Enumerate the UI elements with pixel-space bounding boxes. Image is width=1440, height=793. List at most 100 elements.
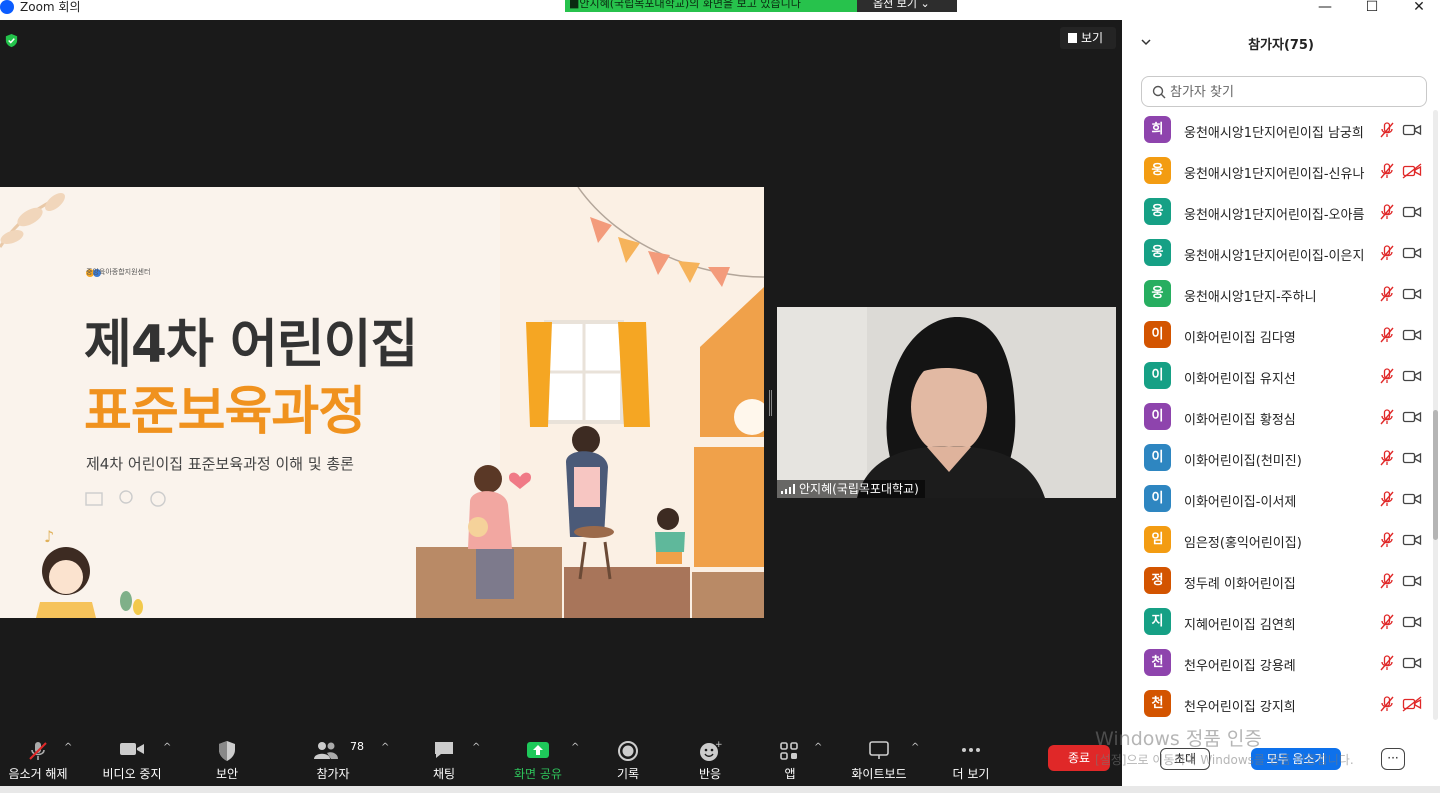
- video-camera-icon[interactable]: [1402, 531, 1422, 549]
- security-label: 보안: [215, 767, 239, 781]
- video-off-icon[interactable]: [1402, 695, 1422, 713]
- video-camera-icon[interactable]: [1402, 490, 1422, 508]
- security-shield-icon: [219, 741, 235, 761]
- participants-icon: [314, 742, 339, 759]
- video-camera-icon[interactable]: [1402, 449, 1422, 467]
- video-off-icon[interactable]: [1402, 162, 1422, 180]
- video-camera-icon[interactable]: [1402, 367, 1422, 385]
- share-screen-button[interactable]: 화면 공유: [504, 736, 572, 782]
- mic-muted-icon[interactable]: [1378, 203, 1396, 221]
- participant-row[interactable]: 지 지혜어린이집 김연희: [1122, 602, 1432, 643]
- search-input[interactable]: [1170, 81, 1420, 103]
- slide-subtitle: 제4차 어린이집 표준보육과정 이해 및 총론: [86, 455, 354, 473]
- panel-more-button[interactable]: ···: [1381, 748, 1405, 770]
- chat-button[interactable]: 채팅: [414, 736, 474, 782]
- video-camera-icon[interactable]: [1402, 203, 1422, 221]
- speaker-video-feed: [777, 307, 1116, 498]
- mic-muted-icon[interactable]: [1378, 244, 1396, 262]
- participants-button[interactable]: 78 참가자: [300, 736, 366, 782]
- reactions-button[interactable]: + 반응: [680, 736, 740, 782]
- whiteboard-label: 화이트보드: [851, 767, 907, 781]
- participant-row[interactable]: 웅 웅천애시앙1단지어린이집-이은지: [1122, 233, 1432, 274]
- resize-handle[interactable]: [769, 390, 772, 416]
- participant-name: 이화어린이집(천미진): [1184, 454, 1302, 469]
- slide-title: 제4차 어린이집: [84, 315, 418, 375]
- participant-row[interactable]: 정 정두례 이화어린이집: [1122, 561, 1432, 602]
- video-options-chevron-icon[interactable]: ^: [163, 742, 173, 753]
- participant-row[interactable]: 이 이화어린이집 황정심: [1122, 397, 1432, 438]
- video-camera-icon[interactable]: [1402, 654, 1422, 672]
- mic-muted-icon[interactable]: [1378, 531, 1396, 549]
- apps-button[interactable]: 앱: [760, 736, 820, 782]
- share-options-chevron-icon[interactable]: ^: [571, 742, 581, 753]
- encryption-shield-icon[interactable]: [4, 33, 19, 48]
- view-options-button[interactable]: 옵션 보기 ⌄: [857, 0, 957, 12]
- apps-label: 앱: [784, 767, 796, 781]
- mic-muted-icon[interactable]: [1378, 654, 1396, 672]
- participant-name: 천우어린이집 강용례: [1184, 659, 1296, 674]
- participant-row[interactable]: 이 이화어린이집 유지선: [1122, 356, 1432, 397]
- audio-options-chevron-icon[interactable]: ^: [64, 742, 74, 753]
- participant-row[interactable]: 임 임은정(홍익어린이집): [1122, 520, 1432, 561]
- chat-options-chevron-icon[interactable]: ^: [472, 742, 482, 753]
- slide-title-highlight: 표준보육과정: [84, 382, 366, 442]
- mic-muted-icon[interactable]: [1378, 326, 1396, 344]
- security-button[interactable]: 보안: [196, 736, 258, 782]
- video-camera-icon[interactable]: [1402, 326, 1422, 344]
- mic-muted-icon[interactable]: [1378, 162, 1396, 180]
- video-camera-icon: [120, 743, 144, 755]
- mic-muted-icon[interactable]: [1378, 572, 1396, 590]
- slide-org-name: 중앙육아종합지원센터: [86, 268, 151, 276]
- more-button[interactable]: 더 보기: [940, 736, 1002, 782]
- unmute-label: 음소거 해제: [8, 767, 68, 781]
- participant-list-scroll-thumb[interactable]: [1433, 410, 1438, 540]
- participant-name: 웅천애시앙1단지어린이집-이은지: [1184, 249, 1365, 264]
- maximize-button[interactable]: ☐: [1349, 0, 1395, 18]
- shared-screen[interactable]: ♪ 중앙육아종합지원센터 제4차 어린이집 표준보육과정 제4차 어린이집 표준…: [0, 187, 764, 618]
- record-button[interactable]: 기록: [598, 736, 658, 782]
- mic-muted-icon[interactable]: [1378, 408, 1396, 426]
- video-camera-icon[interactable]: [1402, 285, 1422, 303]
- mic-muted-icon[interactable]: [1378, 121, 1396, 139]
- whiteboard-options-chevron-icon[interactable]: ^: [911, 742, 921, 753]
- video-camera-icon[interactable]: [1402, 408, 1422, 426]
- mic-muted-icon[interactable]: [1378, 367, 1396, 385]
- participant-name: 웅천애시앙1단지어린이집-오아름: [1184, 208, 1365, 223]
- participant-row[interactable]: 이 이화어린이집(천미진): [1122, 438, 1432, 479]
- window-title: Zoom 회의: [20, 0, 81, 14]
- participant-row[interactable]: 이 이화어린이집-이서제: [1122, 479, 1432, 520]
- participants-options-chevron-icon[interactable]: ^: [381, 742, 391, 753]
- participant-row[interactable]: 웅 웅천애시앙1단지어린이집-오아름: [1122, 192, 1432, 233]
- apps-options-chevron-icon[interactable]: ^: [814, 742, 824, 753]
- video-camera-icon[interactable]: [1402, 121, 1422, 139]
- video-camera-icon[interactable]: [1402, 613, 1422, 631]
- minimize-button[interactable]: —: [1302, 0, 1348, 18]
- mic-muted-icon[interactable]: [1378, 490, 1396, 508]
- mic-muted-icon[interactable]: [1378, 449, 1396, 467]
- svg-text:+: +: [715, 740, 722, 750]
- mic-muted-icon[interactable]: [1378, 285, 1396, 303]
- participant-row[interactable]: 웅 웅천애시앙1단지-주하니: [1122, 274, 1432, 315]
- participant-row[interactable]: 희 웅천애시앙1단지어린이집 남궁희: [1122, 110, 1432, 151]
- participant-avatar: 천: [1144, 690, 1171, 717]
- speaker-video[interactable]: 안지혜(국립목포대학교): [777, 307, 1116, 498]
- mic-muted-icon[interactable]: [1378, 695, 1396, 713]
- speaker-name: 안지혜(국립목포대학교): [799, 482, 919, 496]
- video-camera-icon[interactable]: [1402, 244, 1422, 262]
- participant-row[interactable]: 천 천우어린이집 강지희: [1122, 684, 1432, 720]
- participant-name: 이화어린이집-이서제: [1184, 495, 1297, 510]
- video-camera-icon[interactable]: [1402, 572, 1422, 590]
- whiteboard-button[interactable]: 화이트보드: [842, 736, 916, 782]
- participant-row[interactable]: 웅 웅천애시앙1단지어린이집-신유나: [1122, 151, 1432, 192]
- close-button[interactable]: ✕: [1396, 0, 1440, 18]
- more-dots-icon: [962, 748, 980, 752]
- participants-panel: 참가자(75) 희 웅천애시앙1단지어린이집 남궁희웅 웅천애시앙1단지어린이집-신…: [1122, 20, 1440, 786]
- participant-row[interactable]: 이 이화어린이집 김다영: [1122, 315, 1432, 356]
- stop-video-button[interactable]: 비디오 중지: [94, 736, 170, 782]
- participant-row[interactable]: 천 천우어린이집 강용례: [1122, 643, 1432, 684]
- mic-muted-icon[interactable]: [1378, 613, 1396, 631]
- windows-activation-hint: [설정]으로 이동하여 Windows를 정품 인증합니다.: [1095, 753, 1354, 767]
- reaction-emoji-icon: +: [700, 740, 722, 761]
- participant-search[interactable]: [1141, 76, 1427, 107]
- view-button[interactable]: 보기: [1060, 27, 1116, 49]
